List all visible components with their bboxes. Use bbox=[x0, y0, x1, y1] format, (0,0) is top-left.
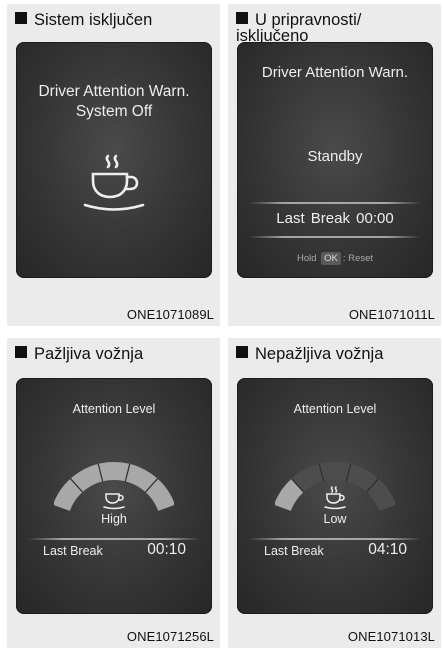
cluster-screen: Attention Level High Last Break 00:10 bbox=[16, 378, 212, 614]
heading-text: Sistem isključen bbox=[34, 11, 153, 29]
ok-key: OK bbox=[321, 252, 341, 265]
last-break-time: 00:00 bbox=[356, 210, 394, 227]
panel-heading: Pažljiva vožnja bbox=[15, 346, 214, 362]
title-line-1: Driver Attention Warn. bbox=[38, 83, 190, 100]
panel-inattentive-driving: Nepažljiva vožnja Attention Level Low La… bbox=[228, 338, 441, 648]
coffee-cup-icon bbox=[324, 486, 346, 510]
cluster-screen: Driver Attention Warn. Standby Last Brea… bbox=[237, 42, 433, 278]
status-text: Standby bbox=[307, 148, 363, 165]
panel-system-off: Sistem isključen Driver Attention Warn. … bbox=[7, 4, 220, 326]
divider bbox=[28, 538, 200, 540]
panel-attentive-driving: Pažljiva vožnja Attention Level High Las… bbox=[7, 338, 220, 648]
hint-reset: : Reset bbox=[342, 253, 374, 264]
divider bbox=[249, 202, 421, 204]
cluster-screen: Driver Attention Warn. System Off bbox=[16, 42, 212, 278]
panel-heading: Sistem isključen bbox=[15, 12, 214, 28]
square-bullet-icon bbox=[15, 12, 27, 24]
last-break-label: Last Break bbox=[43, 544, 103, 558]
divider bbox=[249, 538, 421, 540]
last-break-label: Last Break bbox=[276, 210, 350, 227]
panel-standby: U pripravnosti/ isključeno Driver Attent… bbox=[228, 4, 441, 326]
figure-code: ONE1071013L bbox=[347, 629, 435, 644]
panel-heading: Nepažljiva vožnja bbox=[236, 346, 435, 362]
title-line-2: System Off bbox=[75, 103, 153, 120]
hint-hold: Hold bbox=[296, 253, 317, 264]
cluster-screen: Attention Level Low Last Break 04:10 bbox=[237, 378, 433, 614]
panel-heading: U pripravnosti/ isključeno bbox=[236, 12, 435, 44]
last-break-row: Last Break 00:00 bbox=[237, 210, 433, 227]
attention-level-value: Low bbox=[323, 512, 347, 526]
square-bullet-icon bbox=[236, 346, 248, 358]
divider bbox=[249, 236, 421, 238]
last-break-label: Last Break bbox=[264, 544, 324, 558]
coffee-cup-icon bbox=[103, 493, 125, 510]
heading-text: Nepažljiva vožnja bbox=[255, 345, 384, 363]
reset-hint: Hold OK: Reset bbox=[237, 252, 433, 265]
coffee-cup-icon bbox=[83, 154, 145, 211]
heading-text: Pažljiva vožnja bbox=[34, 345, 144, 363]
figure-code: ONE1071256L bbox=[126, 629, 214, 644]
square-bullet-icon bbox=[236, 12, 248, 24]
attention-level-value: High bbox=[101, 512, 127, 526]
figure-code: ONE1071089L bbox=[126, 307, 214, 322]
screen-title: Attention Level bbox=[72, 402, 156, 416]
square-bullet-icon bbox=[15, 346, 27, 358]
last-break-time: 00:10 bbox=[147, 541, 186, 558]
screen-title: Attention Level bbox=[293, 402, 377, 416]
last-break-time: 04:10 bbox=[368, 541, 407, 558]
figure-code: ONE1071011L bbox=[348, 307, 435, 322]
screen-title: Driver Attention Warn. System Off bbox=[16, 82, 212, 122]
gauge-fill bbox=[275, 478, 304, 512]
screen-title: Driver Attention Warn. bbox=[261, 64, 409, 81]
